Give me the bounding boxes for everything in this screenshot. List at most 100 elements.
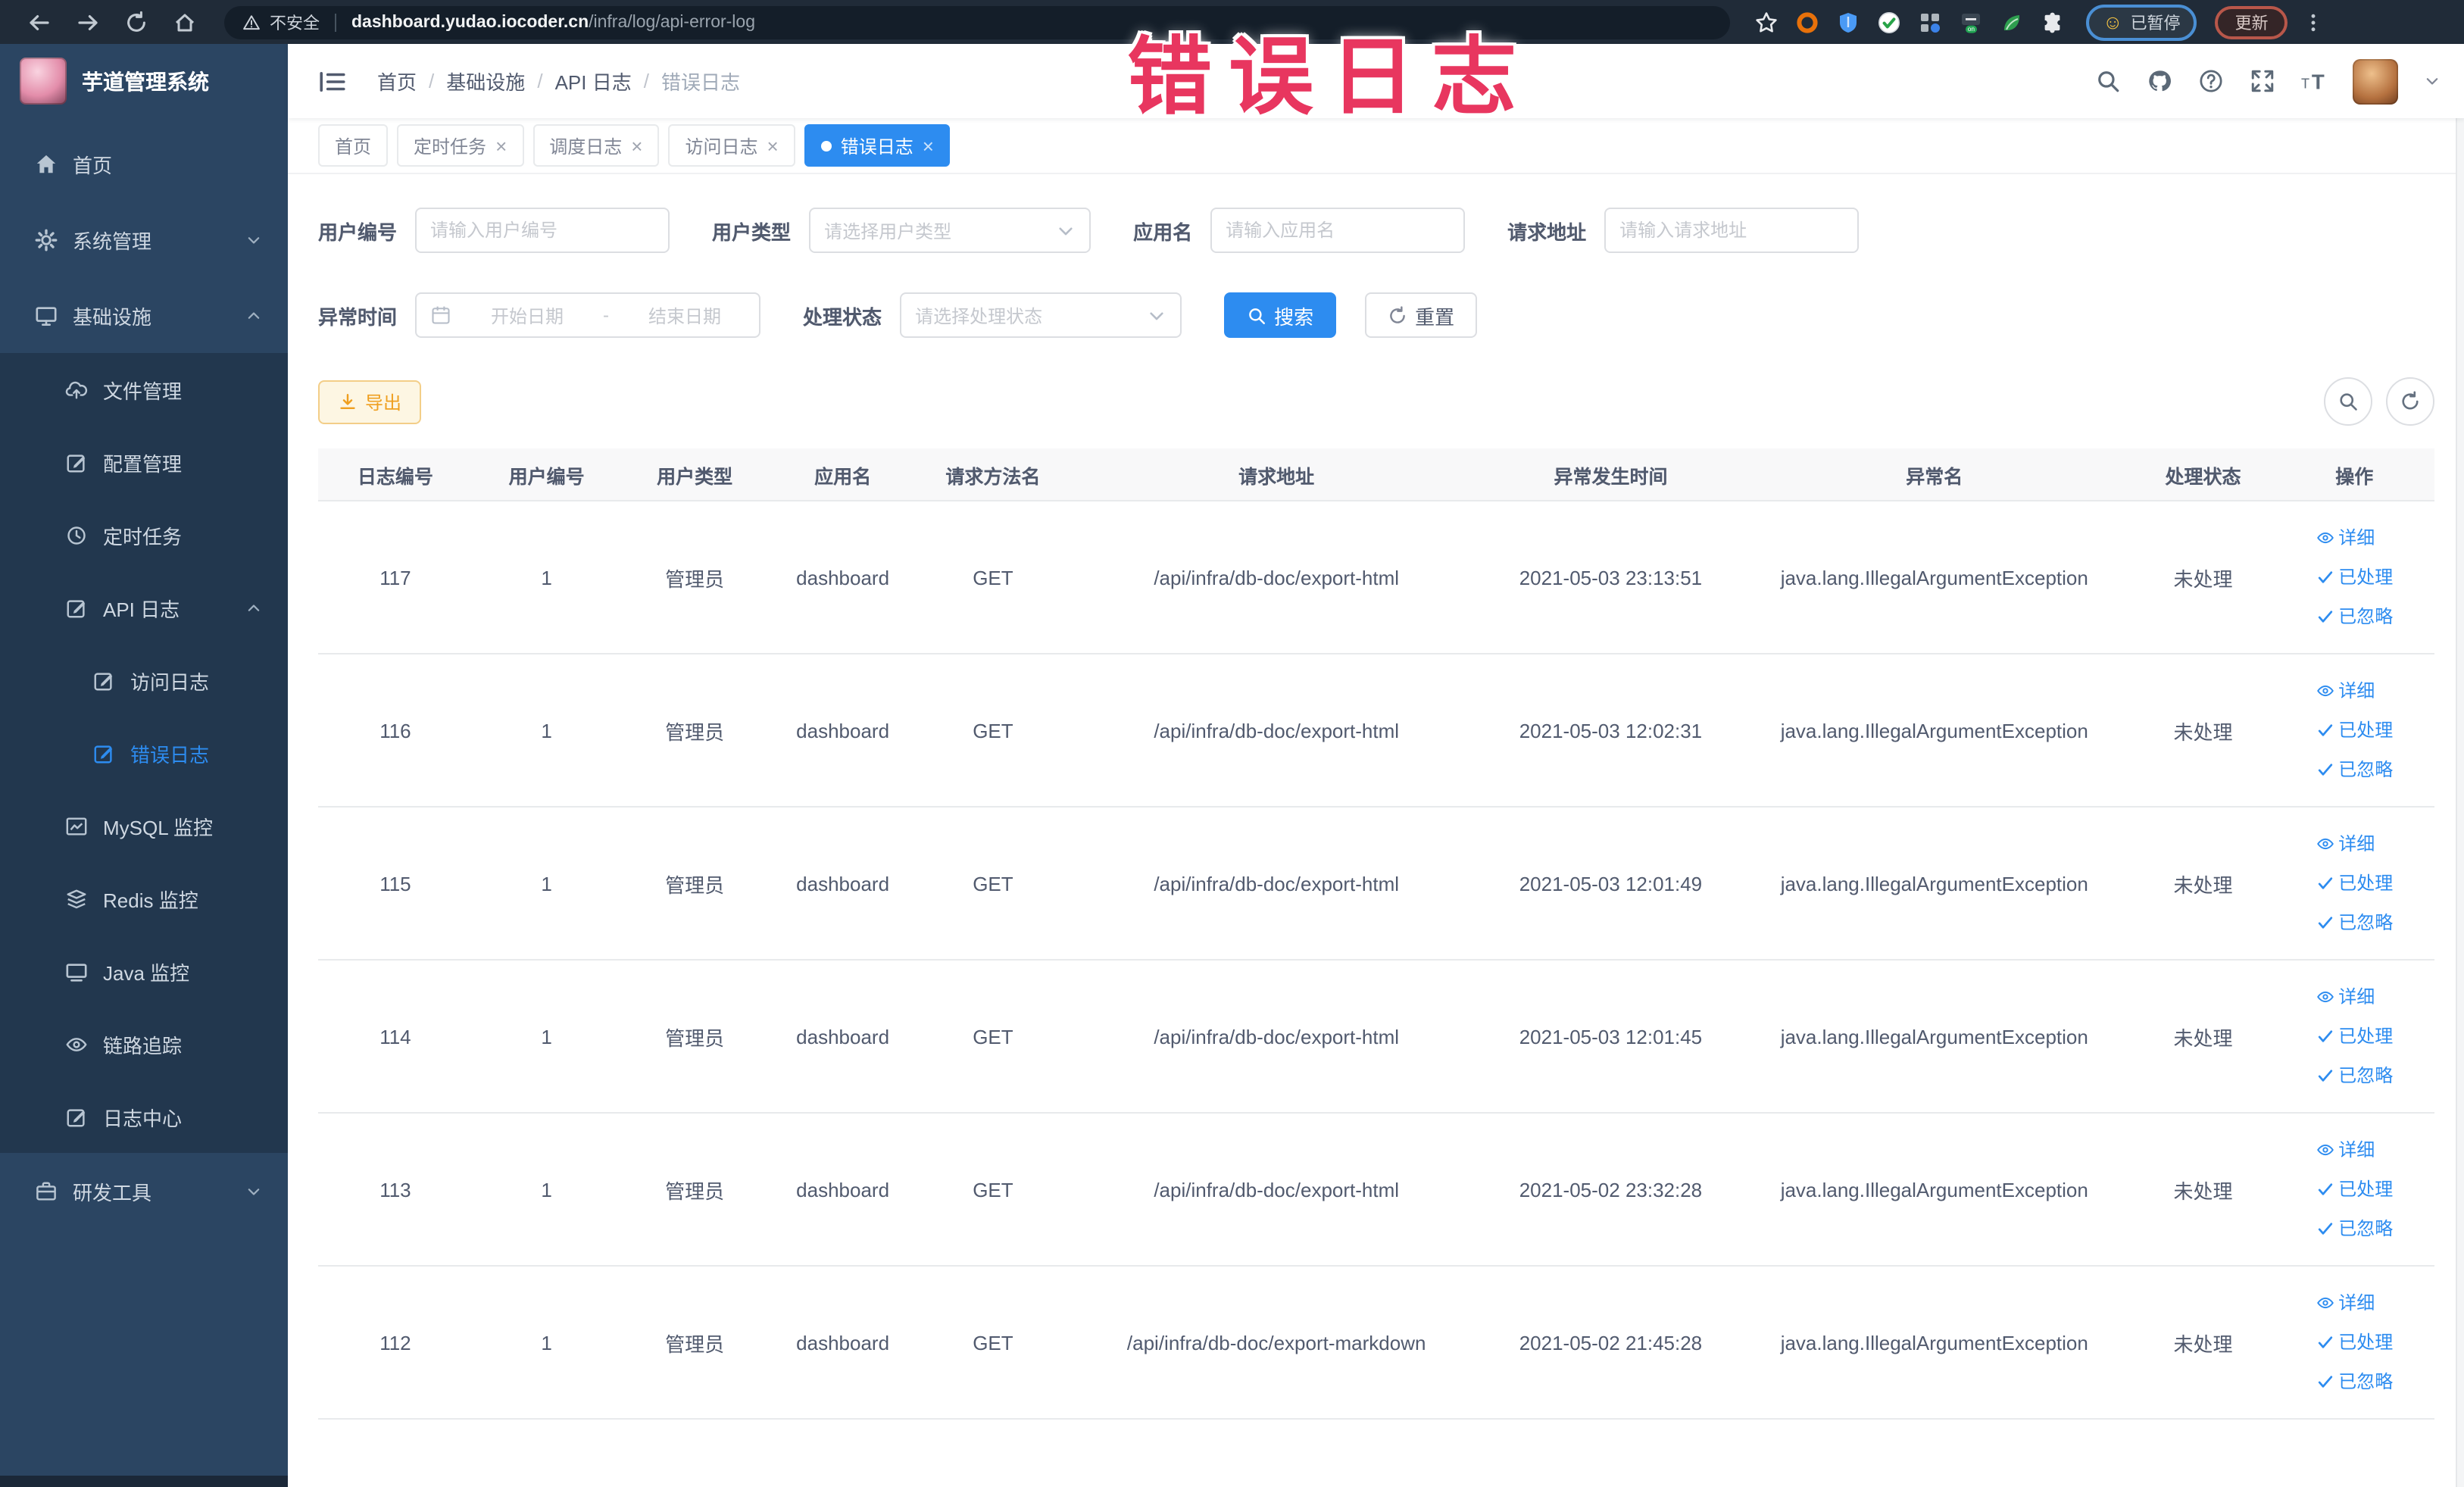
eye-icon	[2316, 1294, 2334, 1312]
sidebar-item-3[interactable]: 文件管理	[0, 353, 288, 426]
sidebar-item-5[interactable]: 定时任务	[0, 498, 288, 571]
action-详细[interactable]: 详细	[2316, 978, 2375, 1016]
show-search-button[interactable]	[2323, 377, 2372, 426]
sidebar-item-2[interactable]: 基础设施	[0, 277, 288, 353]
menu-fold-icon[interactable]	[318, 67, 347, 95]
leaf-extension-icon[interactable]	[2000, 10, 2024, 34]
fullscreen-icon[interactable]	[2249, 68, 2275, 94]
column-header-app_name: 应用名	[768, 448, 917, 501]
help-icon[interactable]	[2197, 68, 2223, 94]
cell-op: 详细 已处理 已忽略	[2275, 807, 2434, 961]
bookmark-star-icon[interactable]	[1754, 10, 1779, 34]
sidebar-item-4[interactable]: 配置管理	[0, 426, 288, 498]
sidebar-item-10[interactable]: Redis 监控	[0, 862, 288, 935]
green-check-extension-icon[interactable]	[1877, 10, 1901, 34]
forward-icon[interactable]	[76, 10, 100, 34]
tab-4[interactable]: 错误日志 ×	[804, 124, 951, 167]
user-type-select[interactable]: 请选择用户类型	[809, 208, 1091, 253]
action-详细[interactable]: 详细	[2316, 1131, 2375, 1169]
action-label: 详细	[2338, 833, 2375, 854]
blue-shield-extension-icon[interactable]	[1836, 10, 1860, 34]
profile-paused-chip[interactable]: ☺ 已暂停	[2086, 4, 2197, 40]
sidebar-item-11[interactable]: Java 监控	[0, 935, 288, 1007]
close-icon[interactable]: ×	[631, 136, 642, 155]
app-name-input[interactable]	[1210, 208, 1466, 253]
export-button[interactable]: 导出	[318, 380, 422, 423]
action-详细[interactable]: 详细	[2316, 1284, 2375, 1322]
action-已忽略[interactable]: 已忽略	[2316, 1210, 2393, 1248]
row-actions: 详细 已处理 已忽略	[2316, 825, 2393, 942]
user-avatar[interactable]	[2352, 58, 2397, 104]
sidebar-item-9[interactable]: MySQL 监控	[0, 789, 288, 862]
sidebar-item-6[interactable]: API 日志	[0, 571, 288, 644]
browser-home-icon[interactable]	[173, 10, 197, 34]
browser-update-button[interactable]: 更新	[2215, 5, 2288, 39]
tab-1[interactable]: 定时任务 ×	[397, 124, 524, 167]
action-已处理[interactable]: 已处理	[2316, 1017, 2393, 1055]
refresh-table-button[interactable]	[2385, 377, 2434, 426]
sidebar-collapse-bar[interactable]	[0, 1475, 288, 1487]
action-已忽略[interactable]: 已忽略	[2316, 1363, 2393, 1401]
sidebar-item-8[interactable]: 错误日志	[0, 717, 288, 789]
search-icon[interactable]	[2094, 68, 2120, 94]
tab-label: 首页	[335, 136, 372, 157]
exception-time-range-picker[interactable]: 开始日期 - 结束日期	[415, 292, 761, 338]
tab-2[interactable]: 调度日志 ×	[532, 124, 660, 167]
action-已忽略[interactable]: 已忽略	[2316, 598, 2393, 636]
github-icon[interactable]	[2146, 68, 2172, 94]
action-已处理[interactable]: 已处理	[2316, 1170, 2393, 1208]
breadcrumb-item[interactable]: 基础设施	[446, 67, 525, 95]
action-详细[interactable]: 详细	[2316, 519, 2375, 557]
page-scrollbar[interactable]	[2455, 44, 2464, 1487]
puzzle-extensions-icon[interactable]	[2041, 10, 2065, 34]
request-url-input[interactable]	[1604, 208, 1860, 253]
back-icon[interactable]	[27, 10, 52, 34]
app-logo[interactable]: 芋道管理系统	[0, 44, 288, 118]
close-icon[interactable]: ×	[923, 136, 934, 155]
action-已处理[interactable]: 已处理	[2316, 864, 2393, 902]
sidebar-item-14[interactable]: 研发工具	[0, 1153, 288, 1229]
user-id-input[interactable]	[415, 208, 670, 253]
action-已忽略[interactable]: 已忽略	[2316, 904, 2393, 942]
display-icon	[65, 960, 88, 982]
reload-icon[interactable]	[124, 10, 148, 34]
action-已忽略[interactable]: 已忽略	[2316, 1057, 2393, 1095]
close-icon[interactable]: ×	[767, 136, 779, 155]
action-详细[interactable]: 详细	[2316, 672, 2375, 710]
sidebar-item-1[interactable]: 系统管理	[0, 201, 288, 277]
grid-extension-icon[interactable]	[1918, 10, 1942, 34]
sidebar-item-7[interactable]: 访问日志	[0, 644, 288, 717]
kebab-menu-icon[interactable]	[2303, 10, 2325, 34]
action-已忽略[interactable]: 已忽略	[2316, 751, 2393, 789]
sidebar-item-label: 日志中心	[103, 1107, 183, 1129]
action-已处理[interactable]: 已处理	[2316, 1323, 2393, 1361]
reset-button[interactable]: 重置	[1365, 292, 1478, 338]
action-已处理[interactable]: 已处理	[2316, 711, 2393, 749]
breadcrumb-item[interactable]: 错误日志	[661, 67, 740, 95]
action-label: 已忽略	[2338, 758, 2394, 779]
chart-frame-icon	[65, 814, 88, 837]
switch-on-extension-icon[interactable]: on	[1959, 10, 1983, 34]
chevron-down-icon[interactable]	[2423, 73, 2440, 89]
process-status-select[interactable]: 请选择处理状态	[900, 292, 1182, 338]
table-row: 116 1 管理员 dashboard GET/api/infra/db-doc/exp…	[318, 654, 2434, 808]
action-详细[interactable]: 详细	[2316, 825, 2375, 863]
text-size-icon[interactable]: TT	[2300, 68, 2326, 94]
tab-0[interactable]: 首页	[318, 124, 389, 167]
sidebar-item-0[interactable]: 首页	[0, 126, 288, 201]
sidebar-item-13[interactable]: 日志中心	[0, 1080, 288, 1153]
address-bar[interactable]: 不安全 dashboard.yudao.iocoder.cn/infra/log…	[224, 5, 1730, 39]
search-button[interactable]: 搜索	[1224, 292, 1337, 338]
close-icon[interactable]: ×	[495, 136, 507, 155]
breadcrumb-item[interactable]: API 日志	[555, 67, 632, 95]
sidebar-item-12[interactable]: 链路追踪	[0, 1007, 288, 1080]
tab-3[interactable]: 访问日志 ×	[668, 124, 795, 167]
sidebar-item-label: 基础设施	[73, 305, 152, 328]
action-已处理[interactable]: 已处理	[2316, 558, 2393, 596]
breadcrumb: 首页 / 基础设施 / API 日志 / 错误日志	[377, 67, 740, 95]
eye-icon	[2316, 529, 2334, 547]
orange-ring-extension-icon[interactable]	[1795, 10, 1819, 34]
table-toolbar: 导出	[318, 377, 2434, 426]
breadcrumb-item[interactable]: 首页	[377, 67, 417, 95]
chevron-up-icon	[245, 307, 262, 323]
